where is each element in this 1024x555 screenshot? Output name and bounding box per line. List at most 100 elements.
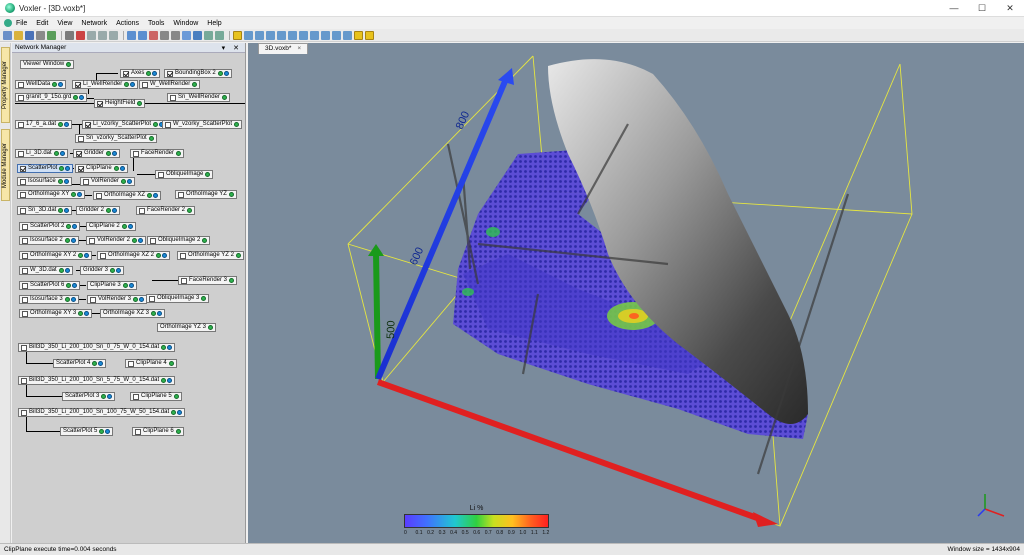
connection-port-icon[interactable] bbox=[64, 122, 70, 127]
visibility-checkbox[interactable] bbox=[133, 150, 139, 157]
module-node-orthoxy3[interactable]: OrthoImage XY 3 bbox=[19, 309, 93, 318]
visibility-checkbox[interactable] bbox=[21, 377, 27, 384]
module-node-scatterplot6[interactable]: ScatterPlot 6 bbox=[19, 281, 81, 290]
connection-port-icon[interactable] bbox=[70, 297, 76, 302]
output-port-icon[interactable] bbox=[192, 82, 198, 87]
connection-port-icon[interactable] bbox=[59, 151, 65, 156]
output-port-icon[interactable] bbox=[207, 325, 213, 330]
view-icon[interactable] bbox=[182, 30, 191, 40]
module-node-gridder2[interactable]: Gridder 2 bbox=[76, 206, 121, 215]
iso-view-icon[interactable] bbox=[288, 30, 297, 40]
import-icon[interactable] bbox=[36, 30, 45, 40]
connection-port-icon[interactable] bbox=[77, 192, 83, 197]
visibility-checkbox[interactable] bbox=[139, 207, 145, 214]
visibility-checkbox[interactable] bbox=[78, 165, 84, 172]
light-icon[interactable] bbox=[343, 30, 352, 40]
module-node-granit[interactable]: granit_9_15o.grd bbox=[15, 93, 88, 102]
output-port-icon[interactable] bbox=[137, 101, 143, 106]
module-node-scatterplot3[interactable]: ScatterPlot 3 bbox=[62, 392, 116, 401]
module-node-w-wellrender[interactable]: W_WellRender bbox=[139, 80, 201, 89]
maximize-button[interactable]: ☐ bbox=[968, 0, 996, 17]
close-button[interactable]: ✕ bbox=[996, 0, 1024, 17]
output-port-icon[interactable] bbox=[66, 62, 72, 67]
save-icon[interactable] bbox=[25, 30, 34, 40]
output-port-icon[interactable] bbox=[101, 394, 107, 399]
open-icon[interactable] bbox=[14, 30, 23, 40]
connection-port-icon[interactable] bbox=[64, 208, 70, 213]
menu-network[interactable]: Network bbox=[81, 20, 107, 27]
visibility-checkbox[interactable] bbox=[20, 165, 26, 172]
module-node-li-vzorky[interactable]: Li_vzorky_ScatterPlot bbox=[82, 120, 168, 129]
module-node-volrender3[interactable]: VolRender 3 bbox=[87, 295, 148, 304]
tab-3d-voxb[interactable]: 3D.voxb* × bbox=[258, 43, 309, 54]
print-icon[interactable] bbox=[65, 30, 74, 40]
visibility-checkbox[interactable] bbox=[149, 295, 155, 302]
module-node-heightfield[interactable]: HeightField bbox=[94, 99, 146, 108]
output-port-icon[interactable] bbox=[78, 253, 84, 258]
visibility-checkbox[interactable] bbox=[180, 252, 186, 259]
axis-view-icon[interactable] bbox=[244, 30, 253, 40]
module-node-sn-3d[interactable]: Sn_3D.dat bbox=[17, 206, 73, 215]
module-node-orthoxz[interactable]: OrthoImage XZ bbox=[93, 191, 162, 200]
visibility-checkbox[interactable] bbox=[167, 70, 173, 77]
output-port-icon[interactable] bbox=[217, 71, 223, 76]
menu-app-icon[interactable] bbox=[4, 19, 12, 27]
output-port-icon[interactable] bbox=[64, 297, 70, 302]
output-port-icon[interactable] bbox=[161, 378, 167, 383]
menu-edit[interactable]: Edit bbox=[36, 20, 48, 27]
visibility-checkbox[interactable] bbox=[76, 150, 82, 157]
connection-port-icon[interactable] bbox=[116, 268, 122, 273]
module-node-scatterplot[interactable]: ScatterPlot bbox=[17, 164, 74, 173]
output-port-icon[interactable] bbox=[201, 296, 207, 301]
output-port-icon[interactable] bbox=[52, 82, 58, 87]
output-port-icon[interactable] bbox=[146, 71, 152, 76]
output-port-icon[interactable] bbox=[58, 122, 64, 127]
visibility-checkbox[interactable] bbox=[158, 171, 164, 178]
output-port-icon[interactable] bbox=[187, 208, 193, 213]
module-node-w-vzorky[interactable]: W_vzorky_ScatterPlot bbox=[162, 120, 243, 129]
output-port-icon[interactable] bbox=[234, 122, 240, 127]
output-port-icon[interactable] bbox=[59, 166, 65, 171]
menu-actions[interactable]: Actions bbox=[116, 20, 139, 27]
module-node-li-3d[interactable]: Li_3D.dat bbox=[15, 149, 68, 158]
visibility-checkbox[interactable] bbox=[21, 344, 27, 351]
ortho-icon[interactable] bbox=[310, 30, 319, 40]
rotate-icon[interactable] bbox=[204, 30, 213, 40]
connection-port-icon[interactable] bbox=[119, 166, 125, 171]
new-icon[interactable] bbox=[3, 30, 12, 40]
module-node-li-wellrender[interactable]: Li_WellRender bbox=[72, 80, 139, 89]
module-node-clipplane[interactable]: ClipPlane bbox=[75, 164, 128, 173]
module-node-isosurface[interactable]: Isosurface bbox=[17, 177, 72, 186]
module-node-gridder3[interactable]: Gridder 3 bbox=[80, 266, 125, 275]
visibility-checkbox[interactable] bbox=[165, 121, 171, 128]
output-port-icon[interactable] bbox=[173, 394, 179, 399]
zoom-icon[interactable] bbox=[193, 30, 202, 40]
output-port-icon[interactable] bbox=[202, 238, 208, 243]
connection-port-icon[interactable] bbox=[130, 82, 136, 87]
output-port-icon[interactable] bbox=[113, 166, 119, 171]
module-node-isosurface2[interactable]: Isosurface 2 bbox=[19, 236, 79, 245]
module-node-axes[interactable]: Axes bbox=[120, 69, 161, 78]
visibility-checkbox[interactable] bbox=[133, 393, 139, 400]
menu-window[interactable]: Window bbox=[173, 20, 198, 27]
output-port-icon[interactable] bbox=[66, 283, 72, 288]
fit-icon[interactable] bbox=[321, 30, 330, 40]
visibility-checkbox[interactable] bbox=[90, 296, 96, 303]
module-node-sn-vzorky[interactable]: Sn_vzorky_ScatterPlot bbox=[75, 134, 157, 143]
module-node-scatterplot5[interactable]: ScatterPlot 5 bbox=[60, 427, 114, 436]
connection-port-icon[interactable] bbox=[72, 224, 78, 229]
output-port-icon[interactable] bbox=[147, 193, 153, 198]
visibility-checkbox[interactable] bbox=[123, 70, 129, 77]
visibility-checkbox[interactable] bbox=[18, 81, 24, 88]
module-node-facerender[interactable]: FaceRender bbox=[130, 149, 185, 158]
stop-icon[interactable] bbox=[149, 30, 158, 40]
module-node-a17[interactable]: 17_6_a.dat bbox=[15, 120, 73, 129]
output-port-icon[interactable] bbox=[57, 179, 63, 184]
visibility-checkbox[interactable] bbox=[97, 100, 103, 107]
visibility-checkbox[interactable] bbox=[22, 237, 28, 244]
connection-port-icon[interactable] bbox=[112, 208, 118, 213]
module-node-obliqueimage3[interactable]: ObliqueImage 3 bbox=[146, 294, 210, 303]
tab-property-manager[interactable]: Property Manager bbox=[1, 47, 10, 123]
visibility-checkbox[interactable] bbox=[22, 296, 28, 303]
output-port-icon[interactable] bbox=[168, 361, 174, 366]
